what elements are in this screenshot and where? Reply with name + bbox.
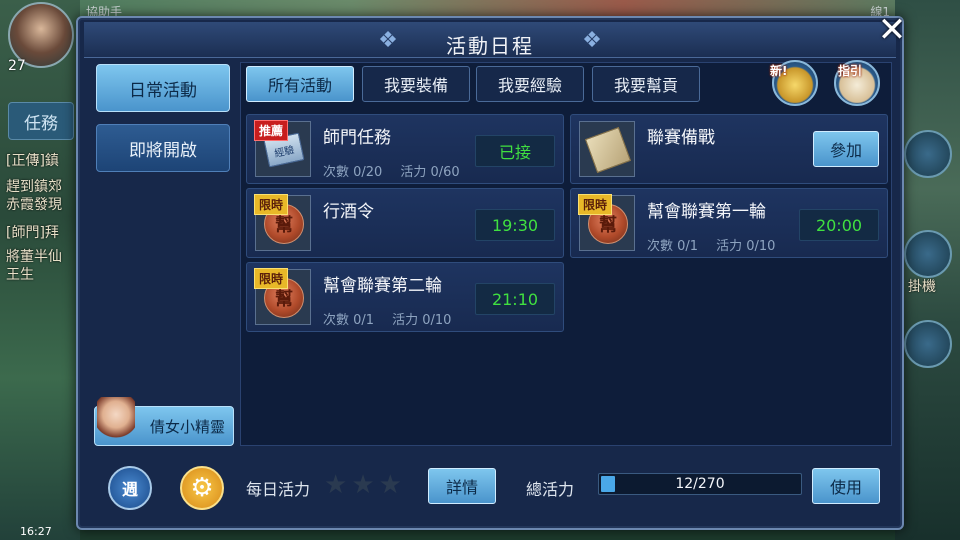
star-empty-icon: ★: [324, 470, 348, 500]
daily-vitality-stars: ★ ★ ★: [324, 472, 402, 498]
guide-book-icon[interactable]: 指引: [834, 60, 880, 106]
details-button[interactable]: 詳情: [428, 468, 496, 504]
clock: 16:27: [20, 525, 52, 538]
chat-line: 赤霞發現: [6, 197, 62, 213]
limited-time-badge: 限時: [254, 268, 289, 289]
activity-time: 21:10: [475, 283, 555, 315]
guide-tag: 指引: [838, 64, 863, 78]
activity-name: 師門任務: [323, 128, 391, 148]
new-tag: 新!: [770, 64, 788, 78]
limited-time-badge: 限時: [254, 194, 289, 215]
activity-time: 19:30: [475, 209, 555, 241]
star-empty-icon: ★: [351, 470, 375, 500]
task-tab[interactable]: 任務: [8, 102, 74, 140]
activity-card[interactable]: 經驗 推薦 師門任務 次數 0/20 活力 0/60 已接: [246, 114, 564, 184]
activity-name: 幫會聯賽第一輪: [647, 202, 766, 222]
letter-icon: [584, 126, 632, 174]
tab-equipment[interactable]: 我要裝備: [362, 66, 470, 102]
tab-guild-contribution[interactable]: 我要幫貢: [592, 66, 700, 102]
activity-icon: [579, 121, 635, 177]
bottom-bar: 週 ⚙ 每日活力 ★ ★ ★ 詳情 總活力 12/270 使用: [84, 450, 896, 526]
player-level: 27: [8, 58, 26, 74]
new-activity-icon[interactable]: 新!: [770, 60, 818, 106]
activity-meta: 次數 0/20 活力 0/60: [323, 161, 460, 180]
close-icon[interactable]: ✕: [872, 10, 912, 50]
activity-card[interactable]: 幫 限時 幫會聯賽第一輪 次數 0/1 活力 0/10 20:00: [570, 188, 888, 258]
activity-count: 次數 0/20: [323, 165, 383, 180]
auto-battle-label: 掛機: [908, 279, 936, 295]
activity-status: 已接: [475, 135, 555, 167]
activity-card[interactable]: 幫 限時 行酒令 19:30: [246, 188, 564, 258]
activity-name: 行酒令: [323, 202, 374, 222]
category-coming-soon[interactable]: 即將開啟: [96, 124, 230, 172]
activity-vitality: 活力 0/10: [716, 239, 776, 254]
limited-time-badge: 限時: [578, 194, 613, 215]
activity-schedule-dialog: ❖ 活動日程 ❖ ✕ 日常活動 即將開啟 所有活動 我要裝備 我要經驗 我要幫貢…: [76, 10, 906, 530]
total-vitality-progress: 12/270: [598, 473, 802, 495]
activity-icon: 幫 限時: [578, 194, 635, 251]
join-button[interactable]: 參加: [813, 131, 879, 167]
tab-all-activities[interactable]: 所有活動: [246, 66, 354, 102]
activity-icon: 幫 限時: [254, 194, 311, 251]
chat-line: 王生: [6, 267, 34, 283]
activity-vitality: 活力 0/60: [400, 165, 460, 180]
activity-icon: 經驗 推薦: [254, 120, 311, 177]
settings-gear-icon[interactable]: ⚙: [180, 466, 224, 510]
fairy-avatar-icon: [97, 397, 135, 447]
dialog-title-bar: ❖ 活動日程 ❖: [84, 22, 896, 58]
activity-meta: 次數 0/1 活力 0/10: [647, 235, 775, 254]
chat-line: [正傳]鎮: [6, 153, 59, 169]
activity-name: 幫會聯賽第二輪: [323, 276, 442, 296]
chat-line: 趕到鎮郊: [6, 179, 62, 195]
daily-vitality-label: 每日活力: [246, 480, 311, 499]
activity-count: 次數 0/1: [647, 239, 699, 254]
add-icon[interactable]: [904, 130, 952, 178]
activity-time: 20:00: [799, 209, 879, 241]
category-daily-activities[interactable]: 日常活動: [96, 64, 230, 112]
activity-vitality: 活力 0/10: [392, 313, 452, 328]
star-empty-icon: ★: [378, 470, 402, 500]
progress-text: 12/270: [675, 476, 725, 492]
activity-icon: 幫 限時: [254, 268, 311, 325]
chat-line: [師門]拜: [6, 225, 59, 241]
chat-line: 將董半仙: [6, 249, 62, 265]
use-button[interactable]: 使用: [812, 468, 880, 504]
fairy-helper-label: 倩女小精靈: [149, 417, 225, 436]
activity-name: 聯賽備戰: [647, 128, 715, 148]
tab-experience[interactable]: 我要經驗: [476, 66, 584, 102]
activity-card[interactable]: 幫 限時 幫會聯賽第二輪 次數 0/1 活力 0/10 21:10: [246, 262, 564, 332]
dialog-title: 活動日程: [446, 34, 534, 58]
title-ornament-right-icon: ❖: [582, 28, 602, 53]
weekly-calendar-icon[interactable]: 週: [108, 466, 152, 510]
skill-icon[interactable]: [904, 320, 952, 368]
activity-card[interactable]: 聯賽備戰 參加: [570, 114, 888, 184]
activity-count: 次數 0/1: [323, 313, 375, 328]
auto-battle-icon[interactable]: [904, 230, 952, 278]
total-vitality-label: 總活力: [526, 480, 575, 499]
activity-meta: 次數 0/1 活力 0/10: [323, 309, 451, 328]
recommended-badge: 推薦: [254, 120, 289, 141]
fairy-helper-button[interactable]: 倩女小精靈: [94, 397, 234, 447]
